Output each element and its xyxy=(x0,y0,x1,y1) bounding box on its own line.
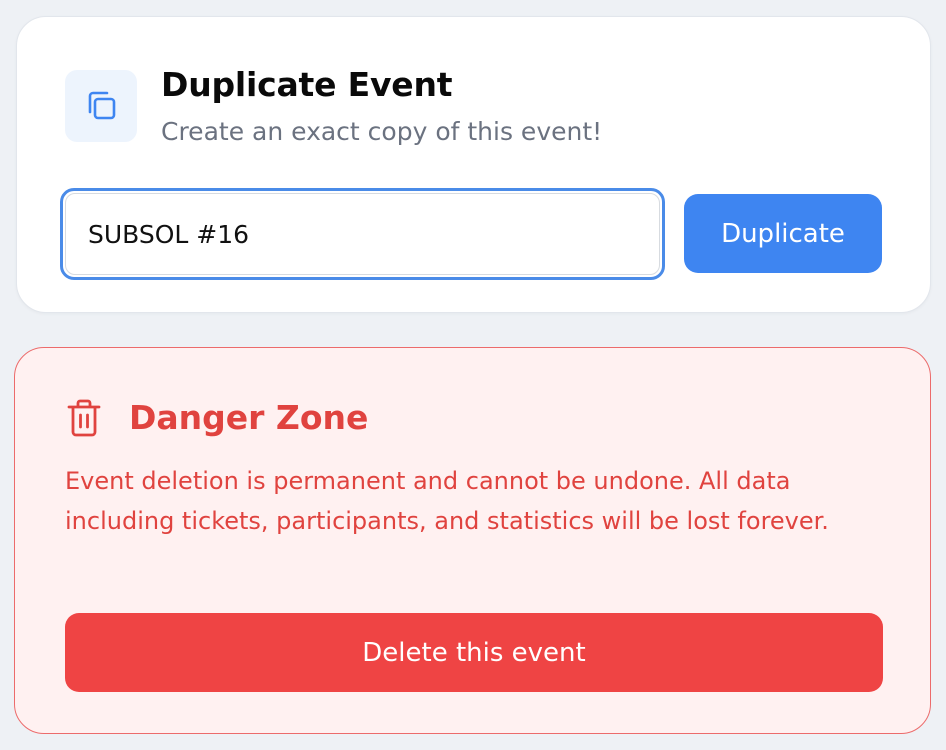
duplicate-button[interactable]: Duplicate xyxy=(684,194,882,273)
trash-icon xyxy=(67,399,101,437)
danger-zone-card: Danger Zone Event deletion is permanent … xyxy=(14,347,931,734)
event-name-value[interactable]: SUBSOL #16 xyxy=(65,193,660,275)
duplicate-event-subtitle: Create an exact copy of this event! xyxy=(161,117,603,146)
danger-zone-description: Event deletion is permanent and cannot b… xyxy=(65,467,829,535)
copy-icon-tile xyxy=(65,70,137,142)
danger-zone-title: Danger Zone xyxy=(129,398,369,437)
copy-icon xyxy=(88,91,116,120)
duplicate-event-title: Duplicate Event xyxy=(161,65,453,104)
delete-event-button[interactable]: Delete this event xyxy=(65,613,883,692)
duplicate-event-card: Duplicate Event Create an exact copy of … xyxy=(16,16,931,313)
event-name-input[interactable]: SUBSOL #16 xyxy=(60,188,665,280)
